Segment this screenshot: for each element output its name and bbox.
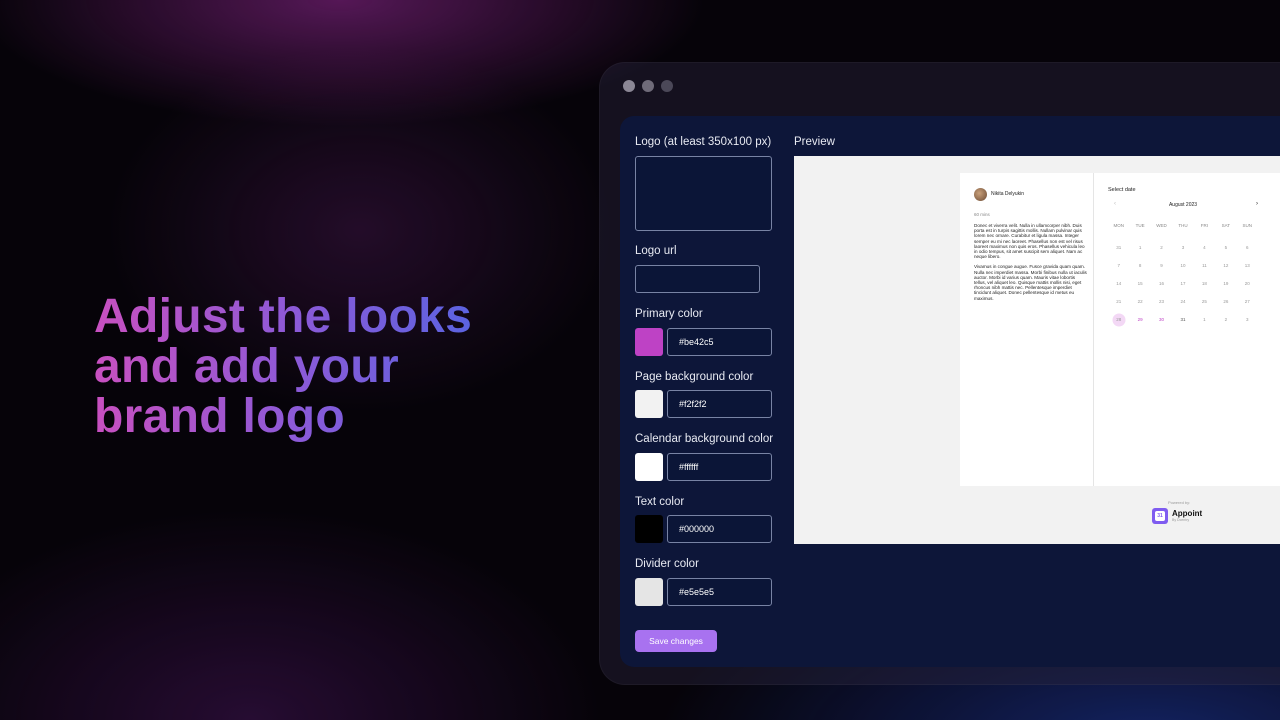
page-bg-color-label: Page background color [635, 371, 754, 383]
calendar-day[interactable]: 14 [1108, 278, 1129, 290]
calendar-day[interactable]: 11 [1194, 260, 1215, 272]
calendar-week: 14 15 16 17 18 19 20 [1108, 278, 1258, 290]
calendar-day[interactable]: 5 [1215, 242, 1236, 254]
calendar-day[interactable]: 21 [1108, 296, 1129, 308]
divider-color-input[interactable]: #e5e5e5 [667, 578, 772, 606]
calendar-icon-text: 31 [1155, 511, 1165, 521]
event-duration: 60 mins [974, 212, 990, 217]
event-info: Nikita Delyukin 60 mins Donec et viverra… [960, 173, 1094, 486]
calendar-day: 1 [1203, 317, 1206, 322]
weekday-header: MON TUE WED THU FRI SAT SUN [1108, 223, 1258, 228]
divider-color-label: Divider color [635, 558, 699, 570]
calendar-day-number: 28 [1116, 317, 1122, 322]
calendar-day[interactable]: 31 [1172, 314, 1193, 326]
brand-name: Appoint [1172, 509, 1203, 518]
calendar-day[interactable]: 19 [1215, 278, 1236, 290]
calendar-day: 2 [1224, 317, 1228, 322]
avatar [974, 188, 987, 201]
description-paragraph-1: Donec et viverra velit. Nulla in ullamco… [974, 223, 1085, 260]
text-color-input[interactable]: #000000 [667, 515, 772, 543]
calendar-day[interactable]: 7 [1108, 260, 1129, 272]
calendar-bg-color-swatch[interactable] [635, 453, 663, 481]
logo-upload-area[interactable] [635, 156, 772, 231]
host-name: Nikita Delyukin [991, 191, 1025, 197]
weekday-label: MON [1113, 223, 1124, 228]
calendar-week: 7 8 9 10 11 12 13 [1108, 260, 1258, 272]
primary-color-input[interactable]: #be42c5 [667, 328, 772, 356]
weekday-label: SAT [1221, 223, 1231, 228]
calendar-day[interactable]: 6 [1237, 242, 1258, 254]
calendar-day[interactable]: 12 [1215, 260, 1236, 272]
calendar-day[interactable]: 22 [1129, 296, 1150, 308]
month-title: August 2023 [1168, 202, 1198, 208]
settings-panel: Logo (at least 350x100 px) Logo url Prim… [620, 116, 1280, 667]
calendar-day[interactable]: 20 [1237, 278, 1258, 290]
calendar-week: 21 22 23 24 25 26 27 [1108, 296, 1258, 308]
weekday-label: WED [1156, 223, 1167, 228]
headline: Adjust the looks and add your brand logo [94, 292, 472, 442]
calendar-day[interactable]: 10 [1172, 260, 1193, 272]
divider-color-swatch[interactable] [635, 578, 663, 606]
save-changes-button[interactable]: Save changes [635, 630, 717, 652]
powered-by-label: Powered by: [1168, 500, 1191, 505]
headline-line-1: Adjust the looks [94, 290, 473, 343]
calendar-day[interactable]: 13 [1237, 260, 1258, 272]
weekday-label: SUN [1242, 223, 1252, 228]
calendar-day[interactable]: 18 [1194, 278, 1215, 290]
calendar-day[interactable]: 15 [1129, 278, 1150, 290]
text-color-swatch[interactable] [635, 515, 663, 543]
window-dot-icon[interactable] [642, 80, 654, 92]
primary-color-swatch[interactable] [635, 328, 663, 356]
calendar-bg-color-input[interactable]: #ffffff [667, 453, 772, 481]
calendar-day: 31 [1116, 245, 1122, 250]
primary-color-label: Primary color [635, 308, 703, 320]
page-bg-color-swatch[interactable] [635, 390, 663, 418]
calendar-day[interactable]: 2 [1151, 242, 1172, 254]
calendar-day: 3 [1245, 317, 1249, 322]
month-navigation: ‹ August 2023 › [1108, 201, 1258, 211]
preview-canvas: Nikita Delyukin 60 mins Donec et viverra… [794, 156, 1280, 544]
calendar-day-available[interactable]: 29 [1129, 314, 1150, 326]
calendar-day[interactable]: 24 [1172, 296, 1193, 308]
calendar-day[interactable]: 26 [1215, 296, 1236, 308]
calendar-day-available[interactable]: 30 [1151, 314, 1172, 326]
calendar-day[interactable]: 25 [1194, 296, 1215, 308]
calendar-day[interactable]: 17 [1172, 278, 1193, 290]
calendar-day[interactable]: 4 [1194, 242, 1215, 254]
window-dot-icon[interactable] [623, 80, 635, 92]
brand-subtitle: By Dcentry [1172, 518, 1190, 522]
calendar-day[interactable]: 1 [1129, 242, 1150, 254]
calendar-day[interactable]: 27 [1237, 296, 1258, 308]
calendar-day[interactable]: 9 [1151, 260, 1172, 272]
calendar-bg-color-label: Calendar background color [635, 433, 774, 445]
booking-card: Nikita Delyukin 60 mins Donec et viverra… [960, 173, 1280, 486]
weekday-label: THU [1178, 223, 1188, 228]
calendar-day[interactable]: 16 [1151, 278, 1172, 290]
calendar-day-selected[interactable]: 28 [1108, 314, 1129, 326]
logo-url-label: Logo url [635, 245, 677, 257]
weekday-label: FRI [1200, 223, 1209, 228]
chevron-right-icon[interactable]: › [1256, 201, 1258, 207]
window-dot-icon[interactable] [661, 80, 673, 92]
calendar-day[interactable]: 23 [1151, 296, 1172, 308]
text-color-label: Text color [635, 496, 685, 508]
calendar-week: 31 1 2 3 4 5 6 [1108, 242, 1258, 254]
preview-label: Preview [794, 136, 835, 148]
calendar-day[interactable]: 3 [1172, 242, 1193, 254]
select-date-title: Select date [1108, 187, 1136, 193]
weekday-label: TUE [1135, 223, 1145, 228]
event-description: Donec et viverra velit. Nulla in ullamco… [974, 223, 1088, 301]
calendar-week: 28 29 30 31 1 2 3 [1108, 314, 1258, 326]
window-controls [623, 80, 673, 92]
headline-line-2: and add your [94, 340, 399, 393]
calendar-day[interactable]: 8 [1129, 260, 1150, 272]
date-picker: Select date ‹ August 2023 › MON TUE WED … [1095, 173, 1280, 486]
page-bg-color-input[interactable]: #f2f2f2 [667, 390, 772, 418]
headline-line-3: brand logo [94, 390, 345, 443]
logo-url-input[interactable] [635, 265, 760, 293]
description-paragraph-2: Vivamus in congue augue. Fusce gravida q… [974, 264, 1087, 301]
logo-label: Logo (at least 350x100 px) [635, 136, 772, 148]
calendar-icon: 31 [1152, 508, 1168, 524]
brand-logo: 31 Appoint By Dcentry [1152, 508, 1202, 524]
